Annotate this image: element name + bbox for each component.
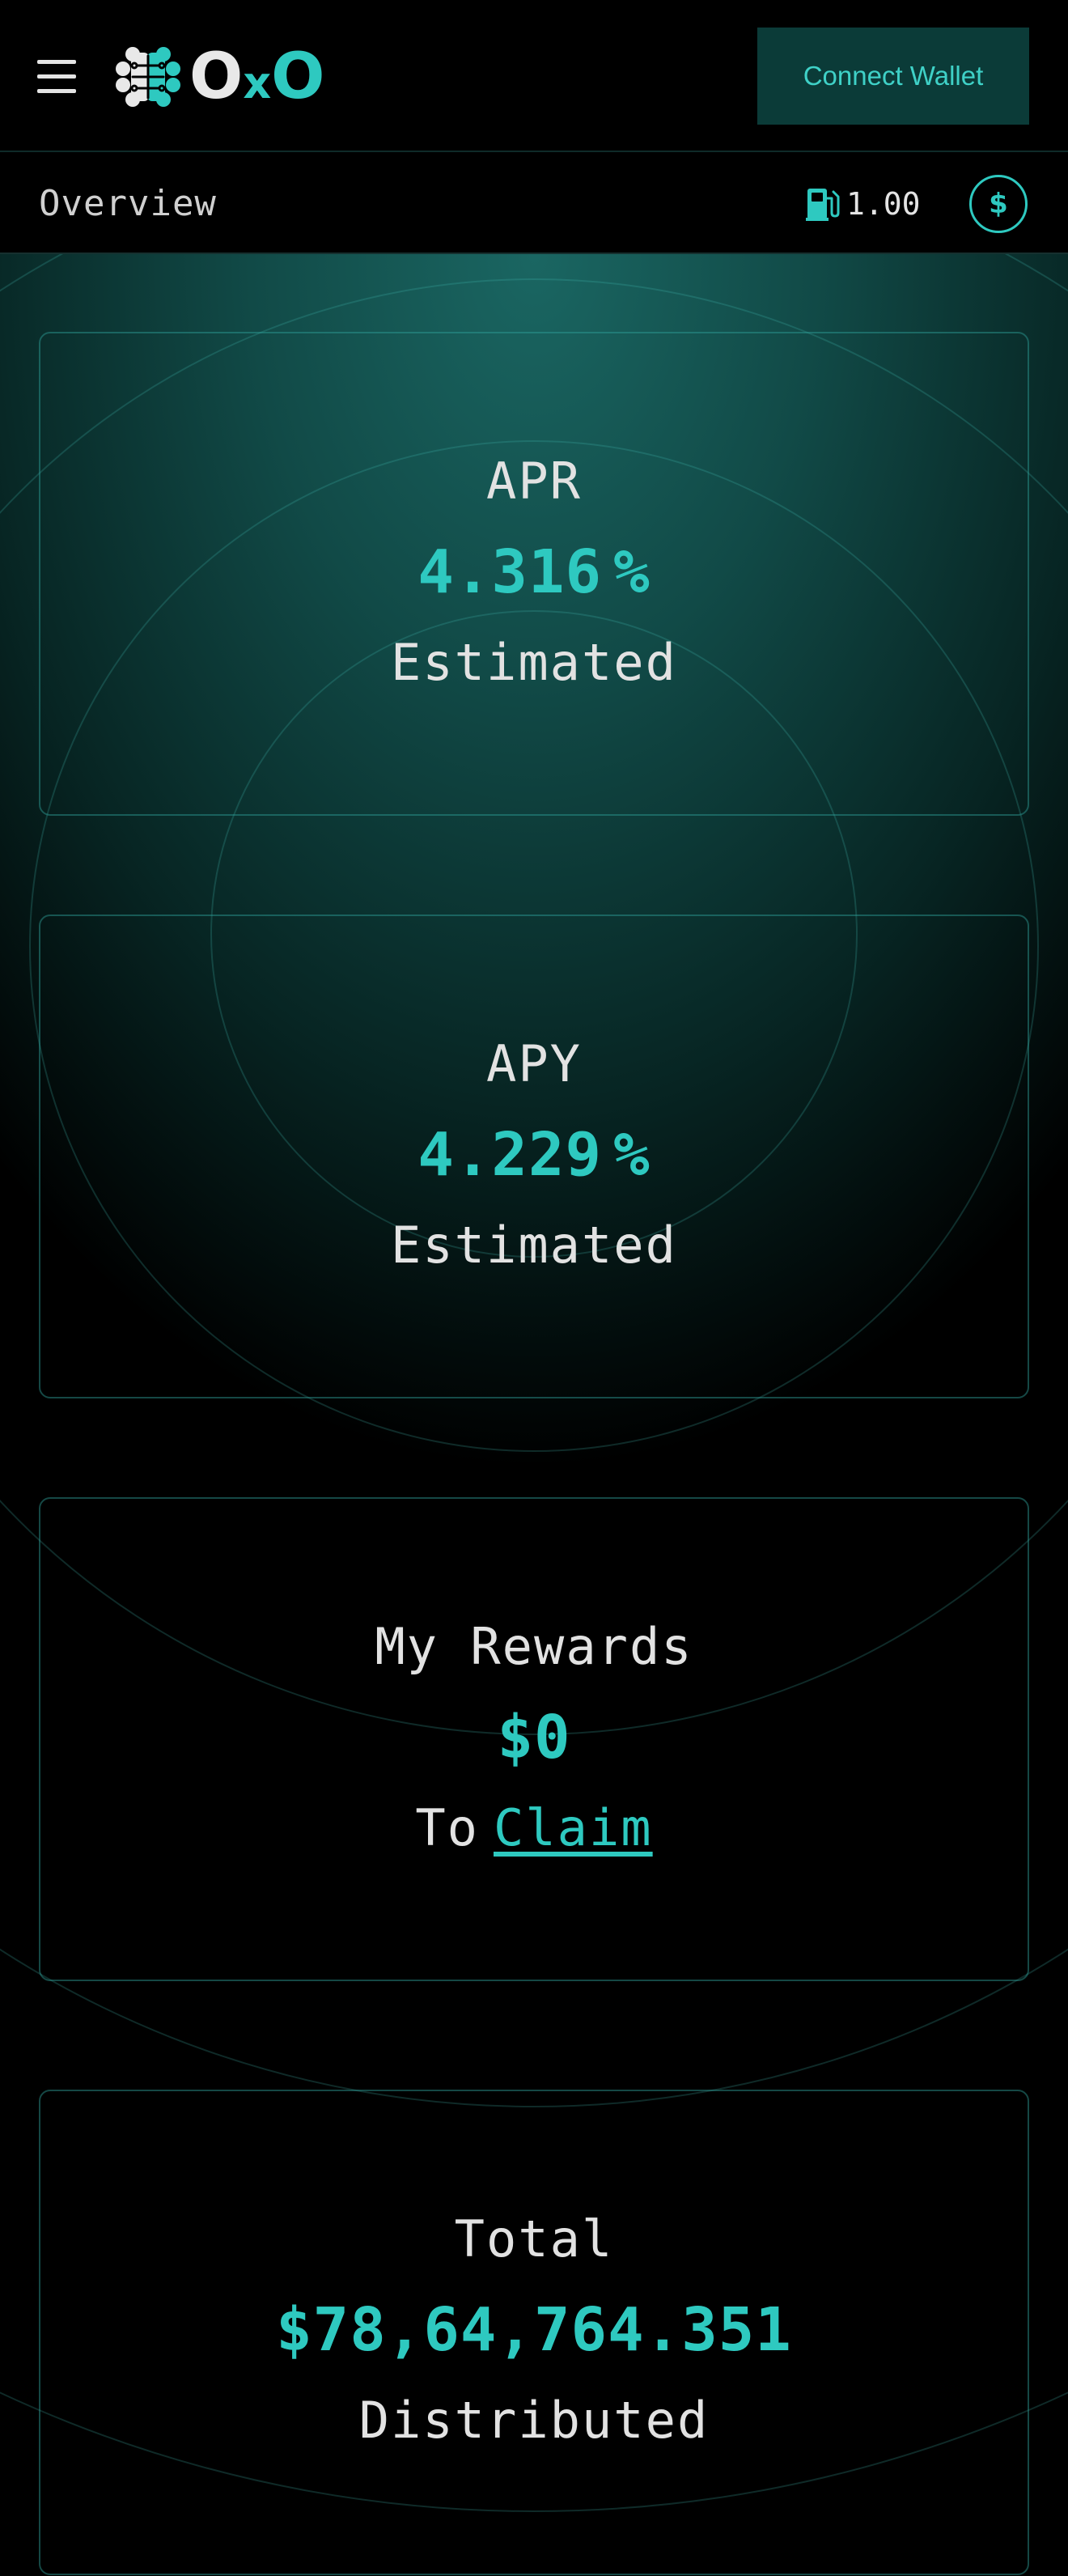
claim-link[interactable]: Claim: [494, 1798, 653, 1857]
card-subtext: Distributed: [358, 2391, 710, 2450]
card-subtext: Estimated: [391, 1216, 677, 1275]
gas-pump-icon: [806, 189, 840, 221]
card-label: APR: [486, 452, 582, 511]
card-subtext: Estimated: [391, 633, 677, 692]
sub-navigation-bar: Overview 1.00: [0, 154, 1068, 254]
total-distributed-card: Total $78,64,764.351 Distributed: [39, 2090, 1029, 2575]
percent-unit: %: [613, 1120, 651, 1190]
gas-value: 1.00: [846, 186, 921, 222]
gas-price: 1.00: [804, 180, 921, 228]
card-label: My Rewards: [375, 1617, 693, 1676]
logo-letter-x: x: [243, 57, 271, 108]
rewards-value: $0: [497, 1703, 571, 1772]
apy-card: APY 4.229% Estimated: [39, 915, 1029, 1398]
card-value: 4.229%: [40, 1120, 1028, 1190]
card-label: Total: [454, 2209, 614, 2268]
brain-logo-icon: [116, 47, 180, 107]
my-rewards-card: My Rewards $0 To Claim: [39, 1497, 1029, 1981]
dollar-icon: $: [989, 188, 1008, 220]
apr-card: APR 4.316% Estimated: [39, 332, 1029, 816]
claim-prefix: To: [415, 1798, 479, 1857]
total-distributed-value: $78,64,764.351: [276, 2295, 792, 2365]
currency-toggle-button[interactable]: $: [969, 175, 1028, 233]
main-content: APR 4.316% Estimated APY 4.229% Estimate…: [0, 254, 1068, 2576]
logo-text: OxO: [189, 45, 324, 108]
card-value: 4.316%: [40, 537, 1028, 607]
page-title: Overview: [39, 183, 217, 224]
top-header: OxO Connect Wallet: [0, 0, 1068, 152]
apy-value: 4.229: [417, 1120, 603, 1190]
logo-letter-o: O: [189, 40, 243, 113]
card-label: APY: [486, 1034, 582, 1093]
logo[interactable]: OxO: [115, 40, 324, 113]
percent-unit: %: [613, 537, 651, 607]
logo-letter-o2: O: [271, 40, 324, 113]
card-subtext: To Claim: [40, 1798, 1028, 1857]
connect-wallet-button[interactable]: Connect Wallet: [757, 28, 1029, 125]
apr-value: 4.316: [417, 537, 603, 607]
menu-icon[interactable]: [37, 60, 78, 94]
